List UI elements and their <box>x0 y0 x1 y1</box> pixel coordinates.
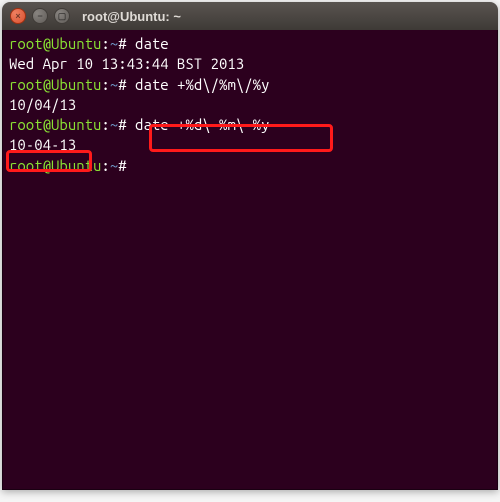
prompt-path: ~ <box>110 116 118 133</box>
terminal-window: × − ▢ root@Ubuntu: ~ root@Ubuntu:~# date… <box>2 2 498 490</box>
output-text: Wed Apr 10 13:43:44 BST 2013 <box>9 55 244 72</box>
maximize-button[interactable]: ▢ <box>54 8 70 24</box>
prompt-host: Ubuntu <box>51 157 101 174</box>
prompt-path: ~ <box>110 35 118 52</box>
prompt-user: root <box>9 157 43 174</box>
prompt-host: Ubuntu <box>51 76 101 93</box>
window-title: root@Ubuntu: ~ <box>82 9 181 24</box>
command-text: date +%d\/%m\/%y <box>135 76 269 93</box>
terminal-area[interactable]: root@Ubuntu:~# date Wed Apr 10 13:43:44 … <box>2 30 498 490</box>
terminal-line: root@Ubuntu:~# date <box>9 34 491 54</box>
output-text: 10-04-13 <box>9 136 76 153</box>
command-text: date <box>135 35 169 52</box>
close-button[interactable]: × <box>10 8 26 24</box>
prompt-host: Ubuntu <box>51 116 101 133</box>
maximize-icon: ▢ <box>58 12 67 21</box>
prompt-host: Ubuntu <box>51 35 101 52</box>
terminal-line: root@Ubuntu:~# date +%d\-%m\-%y <box>9 115 491 135</box>
terminal-line: root@Ubuntu:~# <box>9 156 491 176</box>
terminal-line: Wed Apr 10 13:43:44 BST 2013 <box>9 54 491 74</box>
prompt-user: root <box>9 76 43 93</box>
minimize-icon: − <box>37 12 42 21</box>
terminal-line: 10-04-13 <box>9 135 491 155</box>
command-text: date +%d\-%m\-%y <box>135 116 269 133</box>
terminal-line: root@Ubuntu:~# date +%d\/%m\/%y <box>9 75 491 95</box>
minimize-button[interactable]: − <box>32 8 48 24</box>
close-icon: × <box>15 12 20 21</box>
terminal-line: 10/04/13 <box>9 95 491 115</box>
prompt-sigil: # <box>118 157 126 174</box>
prompt-user: root <box>9 35 43 52</box>
output-text: 10/04/13 <box>9 96 76 113</box>
titlebar[interactable]: × − ▢ root@Ubuntu: ~ <box>2 2 498 30</box>
prompt-sigil: # <box>118 76 126 93</box>
prompt-sigil: # <box>118 35 126 52</box>
prompt-path: ~ <box>110 157 118 174</box>
prompt-user: root <box>9 116 43 133</box>
prompt-path: ~ <box>110 76 118 93</box>
prompt-sigil: # <box>118 116 126 133</box>
